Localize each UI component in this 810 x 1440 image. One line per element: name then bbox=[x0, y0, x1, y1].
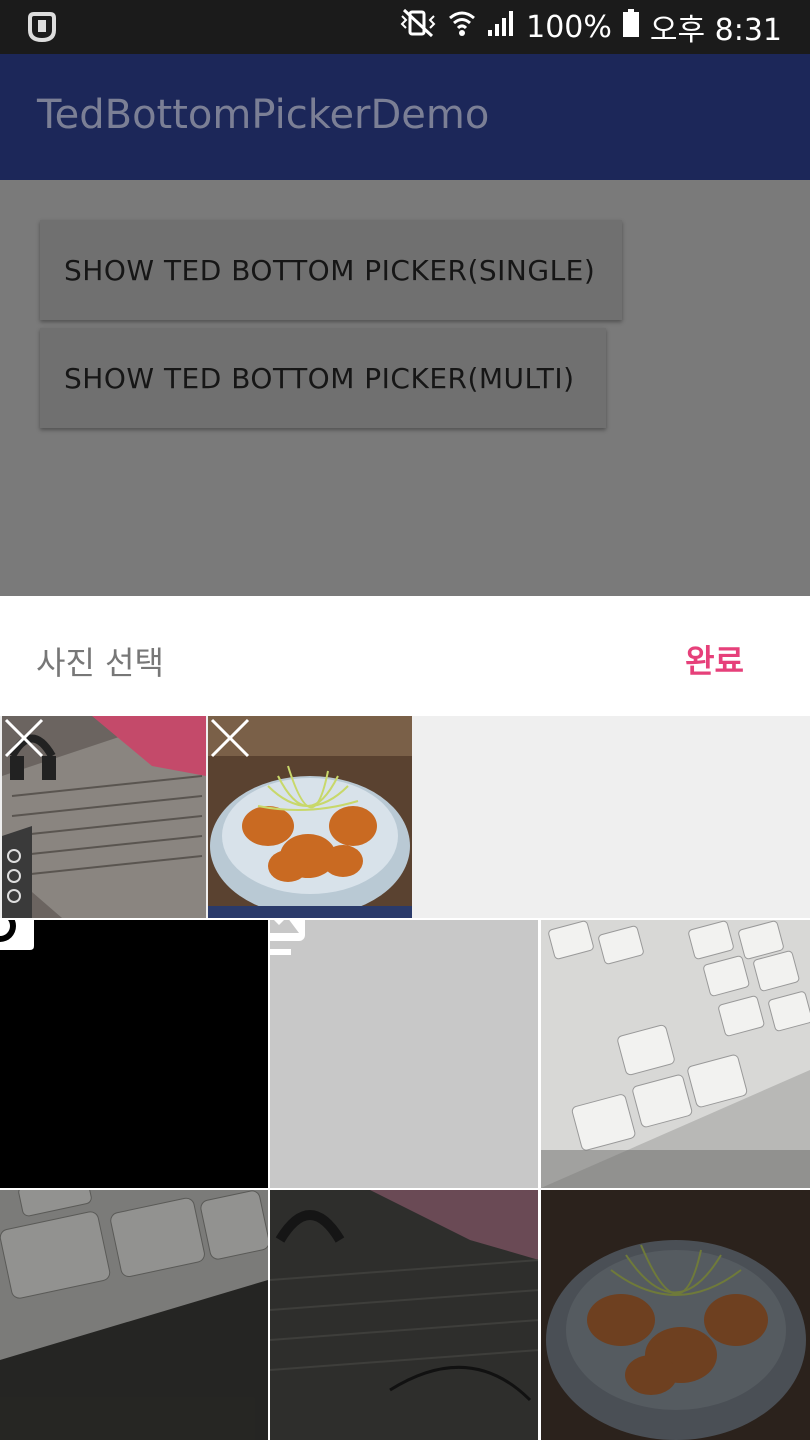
grid-photo[interactable] bbox=[0, 1190, 268, 1440]
status-bar: 100% 오후 8:31 bbox=[0, 0, 810, 54]
clock: 오후 8:31 bbox=[649, 13, 782, 48]
selected-photo[interactable] bbox=[208, 716, 412, 918]
gallery-tile[interactable] bbox=[270, 920, 538, 1188]
bottom-sheet: 사진 선택 완료 bbox=[0, 596, 810, 1440]
camera-icon bbox=[0, 920, 34, 950]
grid-photo[interactable] bbox=[541, 920, 810, 1188]
battery-percent: 100% bbox=[526, 9, 612, 45]
wifi-icon bbox=[448, 8, 476, 46]
grid-photo[interactable] bbox=[270, 1190, 538, 1440]
sheet-header: 사진 선택 완료 bbox=[0, 596, 810, 716]
grid-photo[interactable] bbox=[541, 1190, 810, 1440]
show-multi-picker-button[interactable]: SHOW TED BOTTOM PICKER(MULTI) bbox=[40, 328, 606, 428]
main-content: SHOW TED BOTTOM PICKER(SINGLE) SHOW TED … bbox=[0, 180, 810, 596]
done-button[interactable]: 완료 bbox=[685, 636, 744, 682]
selected-photo[interactable] bbox=[2, 716, 206, 918]
signal-icon bbox=[486, 8, 516, 46]
show-single-picker-button[interactable]: SHOW TED BOTTOM PICKER(SINGLE) bbox=[40, 220, 622, 320]
camera-tile[interactable] bbox=[0, 920, 268, 1188]
app-title: TedBottomPickerDemo bbox=[37, 92, 490, 138]
battery-icon bbox=[622, 8, 640, 46]
close-icon[interactable] bbox=[2, 716, 46, 760]
app-bar: TedBottomPickerDemo bbox=[0, 54, 810, 180]
photo-grid bbox=[0, 918, 810, 1440]
close-icon[interactable] bbox=[208, 716, 252, 760]
app-notification-icon bbox=[26, 12, 58, 43]
vibrate-mute-icon bbox=[398, 8, 438, 46]
sheet-title: 사진 선택 bbox=[36, 644, 164, 682]
photo-library-icon bbox=[270, 920, 305, 955]
selected-photos-strip bbox=[0, 716, 810, 918]
